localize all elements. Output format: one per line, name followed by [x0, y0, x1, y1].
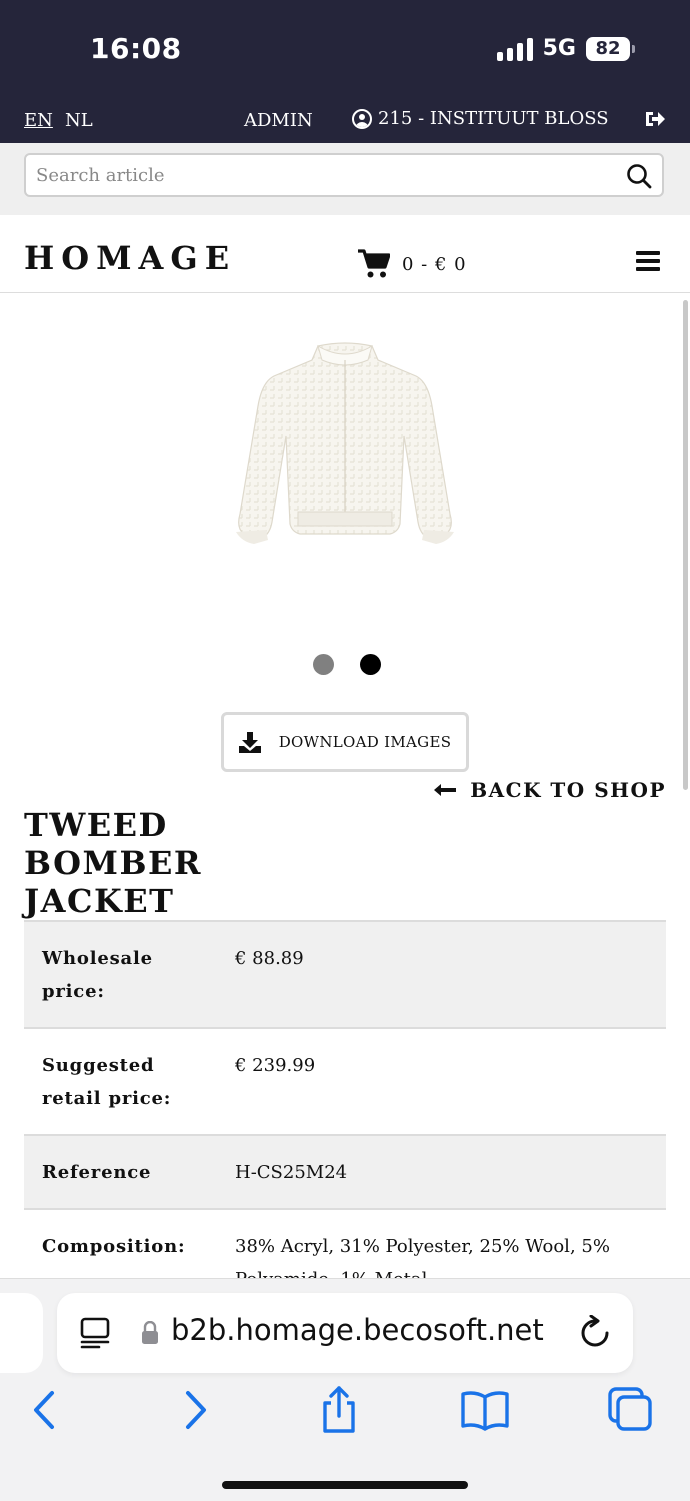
detail-label: Wholesale price: — [24, 920, 217, 1028]
back-chevron-icon[interactable] — [20, 1385, 70, 1435]
home-indicator — [222, 1481, 468, 1489]
forward-chevron-icon[interactable] — [170, 1385, 220, 1435]
search-input[interactable] — [26, 155, 606, 195]
bookmarks-book-icon[interactable] — [460, 1385, 510, 1435]
language-en-link[interactable]: EN — [24, 110, 53, 131]
detail-value: € 88.89 — [217, 920, 666, 1028]
cart-summary: 0 - € 0 — [402, 253, 467, 275]
previous-tab-card[interactable] — [0, 1293, 43, 1373]
top-nav: EN NL ADMIN 215 - INSTITUUT BLOSS — [0, 97, 690, 143]
logout-icon[interactable] — [644, 109, 666, 129]
download-images-label: DOWNLOAD IMAGES — [278, 733, 452, 751]
cart-button[interactable]: 0 - € 0 — [358, 249, 467, 279]
url-text: b2b.homage.becosoft.net — [171, 1313, 544, 1347]
signal-icon — [496, 37, 533, 61]
status-bar: 16:08 5G 82 — [0, 0, 690, 97]
search-bar — [0, 143, 690, 215]
cart-icon — [358, 249, 390, 278]
page-scrollbar[interactable] — [683, 300, 688, 790]
detail-label: Suggested retail price: — [24, 1027, 217, 1135]
account-link[interactable]: 215 - INSTITUUT BLOSS — [352, 108, 609, 129]
reload-icon[interactable] — [579, 1315, 611, 1349]
gallery-dot-2-active[interactable] — [360, 654, 381, 675]
detail-value: € 239.99 — [217, 1027, 666, 1135]
browser-toolbar: b2b.homage.becosoft.net — [0, 1278, 690, 1501]
battery-icon: 82 — [586, 36, 635, 61]
network-type: 5G — [542, 36, 576, 61]
table-row: Wholesale price: € 88.89 — [24, 920, 666, 1028]
search-icon[interactable] — [626, 163, 652, 189]
download-images-button[interactable]: DOWNLOAD IMAGES — [221, 712, 469, 772]
product-title: TWEED BOMBER JACKET — [24, 806, 202, 920]
back-to-shop-label: BACK TO SHOP — [470, 778, 666, 802]
reader-page-icon[interactable] — [79, 1317, 111, 1349]
status-time: 16:08 — [90, 32, 182, 65]
user-circle-icon — [352, 108, 372, 129]
product-image[interactable] — [230, 338, 460, 568]
account-name: 215 - INSTITUUT BLOSS — [378, 108, 609, 129]
address-bar[interactable]: b2b.homage.becosoft.net — [57, 1293, 633, 1373]
download-icon — [238, 732, 261, 753]
share-icon[interactable] — [314, 1385, 364, 1435]
table-row: Reference H-CS25M24 — [24, 1134, 666, 1209]
status-indicators: 5G 82 — [496, 36, 635, 61]
gallery-pagination — [313, 654, 381, 675]
arrow-left-icon — [434, 784, 457, 796]
hamburger-menu-icon[interactable] — [636, 251, 660, 271]
battery-level: 82 — [595, 38, 621, 59]
search-box — [24, 153, 664, 197]
lock-icon — [142, 1321, 158, 1344]
product-details-table: Wholesale price: € 88.89 Suggested retai… — [24, 920, 666, 1315]
table-row: Suggested retail price: € 239.99 — [24, 1027, 666, 1135]
admin-link[interactable]: ADMIN — [244, 110, 313, 131]
tabs-icon[interactable] — [606, 1385, 656, 1435]
detail-value: H-CS25M24 — [217, 1134, 666, 1209]
detail-label: Reference — [24, 1134, 217, 1209]
back-to-shop-link[interactable]: BACK TO SHOP — [434, 778, 666, 802]
language-nl-link[interactable]: NL — [65, 110, 93, 131]
site-header: HOMAGE 0 - € 0 — [0, 215, 690, 293]
gallery-dot-1[interactable] — [313, 654, 334, 675]
homage-logo[interactable]: HOMAGE — [24, 239, 236, 277]
